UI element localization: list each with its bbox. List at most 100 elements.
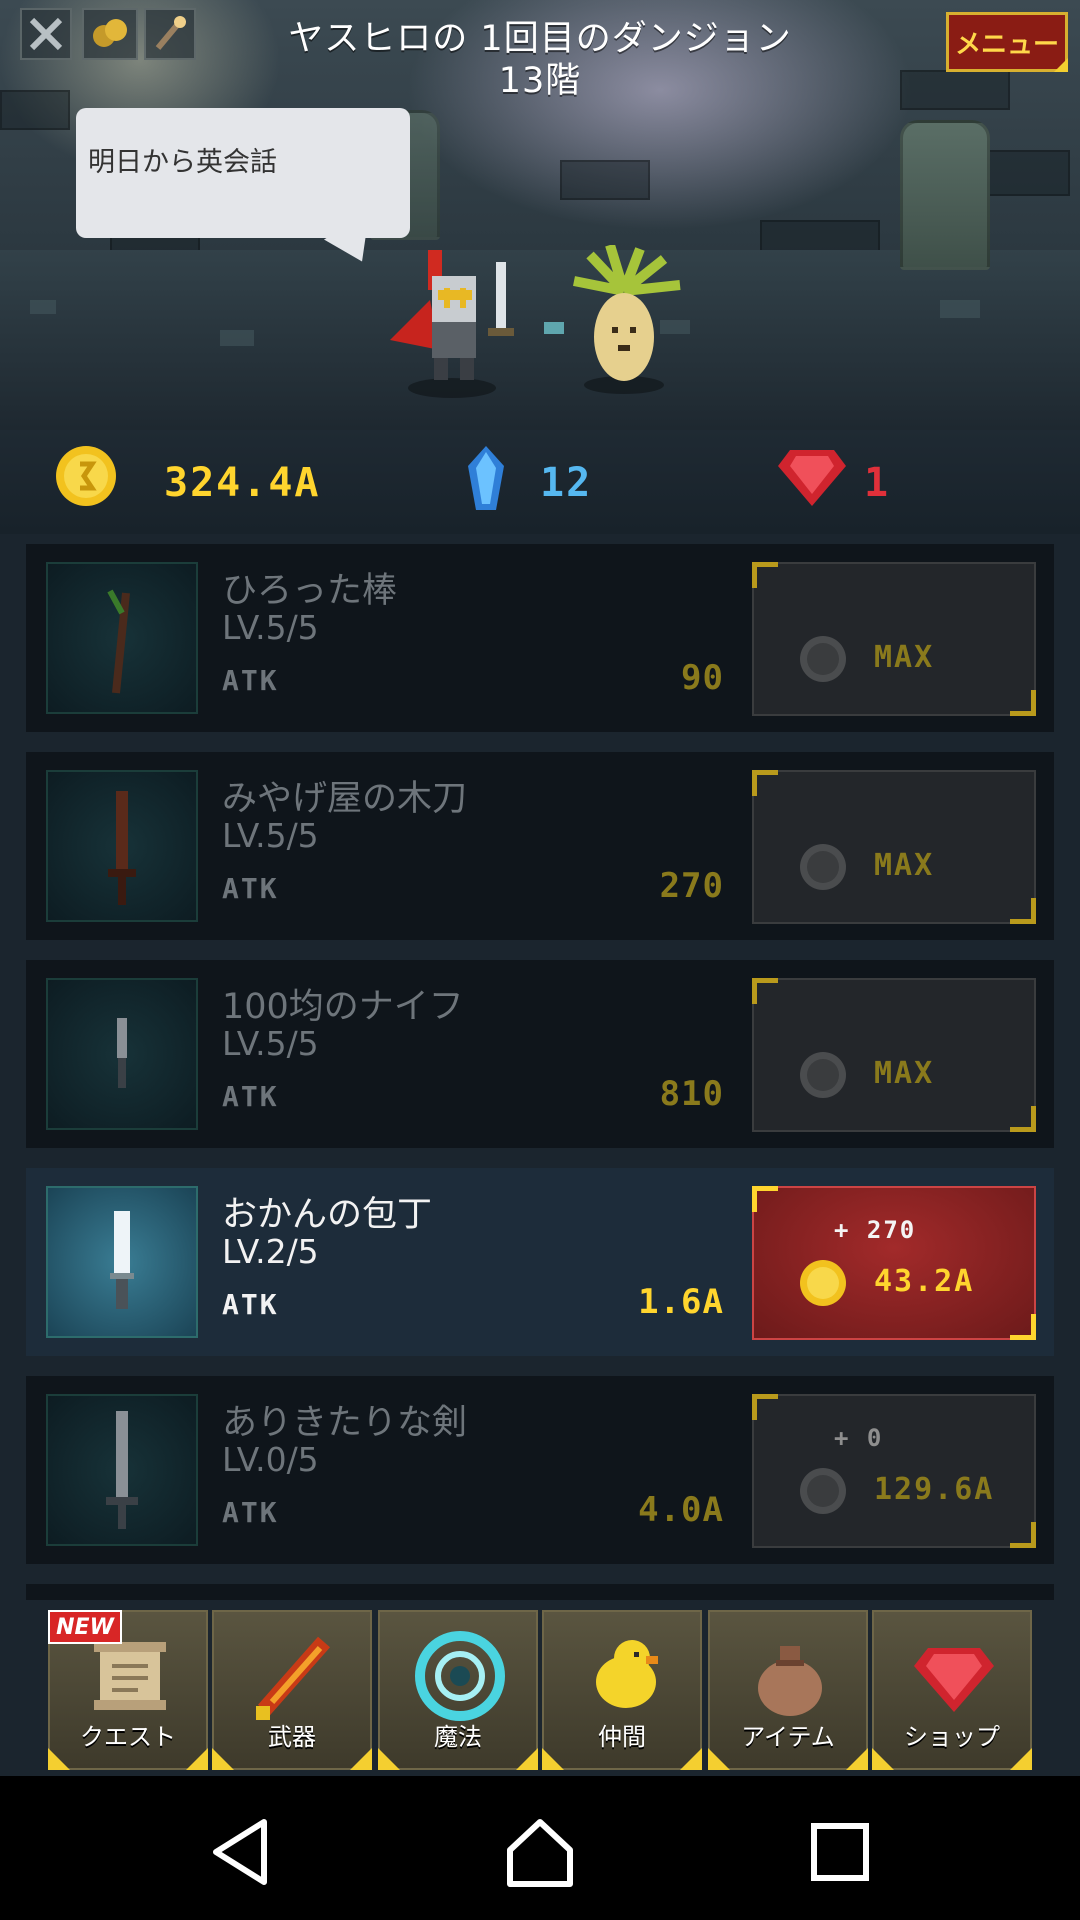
rubble: [220, 330, 254, 346]
upgrade-max-label: MAX: [874, 1056, 935, 1091]
speech-text: 明日から英会話: [88, 147, 277, 178]
corner-ornament: [752, 770, 778, 796]
upgrade-button-max[interactable]: MAX: [752, 562, 1036, 716]
rubble: [940, 300, 980, 318]
upgrade-button[interactable]: + 0 129.6A: [752, 1394, 1036, 1548]
gold-coins-icon[interactable]: [82, 8, 138, 60]
weapon-level: LV.5/5: [222, 816, 319, 855]
bag-icon: [758, 1646, 822, 1716]
corner-ornament: [752, 1394, 778, 1420]
corner-ornament: [1010, 1314, 1036, 1340]
corner-ornament: [1010, 690, 1036, 716]
android-nav-bar: [0, 1776, 1080, 1920]
dungeon-name: ヤスヒロの 1回目のダンジョン: [288, 19, 792, 59]
rubble: [30, 300, 56, 314]
recents-icon[interactable]: [800, 1812, 880, 1892]
atk-value: 90: [681, 658, 724, 698]
upgrade-max-label: MAX: [874, 640, 935, 675]
atk-label: ATK: [222, 1080, 279, 1113]
weapon-name: ひろった棒: [222, 571, 398, 611]
ruby-icon: [914, 1648, 994, 1712]
currency-bar: 324.4A 12 1: [0, 430, 1080, 534]
knife-icon: [117, 1018, 127, 1088]
weapon-level: LV.0/5: [222, 1440, 319, 1479]
weapon-row[interactable]: ひろった棒 LV.5/5 ATK 90 MAX: [26, 544, 1054, 732]
new-badge: NEW: [48, 1610, 122, 1644]
weapon-name: 100均のナイフ: [222, 987, 464, 1027]
gold-coin-icon: [800, 1260, 846, 1306]
back-icon[interactable]: [202, 1812, 282, 1892]
menu-button[interactable]: メニュー: [946, 12, 1068, 72]
grey-coin-icon: [800, 844, 846, 890]
atk-value: 1.6A: [638, 1282, 724, 1322]
upgrade-button-max[interactable]: MAX: [752, 770, 1036, 924]
flame-sword-icon: [256, 1636, 330, 1720]
upgrade-button-max[interactable]: MAX: [752, 978, 1036, 1132]
weapon-name: みやげ屋の木刀: [222, 779, 468, 819]
hit-effect-icon: [544, 322, 564, 334]
weapon-row[interactable]: ありきたりな剣 LV.0/5 ATK 4.0A + 0 129.6A: [26, 1376, 1054, 1564]
magic-ring-icon: [415, 1631, 505, 1721]
crossed-swords-icon[interactable]: [20, 8, 72, 60]
wall-brick: [0, 90, 70, 130]
stick-icon: [107, 589, 130, 694]
home-icon[interactable]: [500, 1812, 580, 1892]
wooden-sword-icon: [108, 791, 136, 905]
atk-label: ATK: [222, 1288, 279, 1321]
weapon-thumbnail: [46, 770, 198, 922]
weapon-thumbnail: [46, 1394, 198, 1546]
atk-value: 4.0A: [638, 1490, 724, 1530]
upgrade-button[interactable]: + 270 43.2A: [752, 1186, 1036, 1340]
menu-button-label: メニュー: [954, 29, 1059, 60]
mandrake-enemy-icon: [573, 245, 681, 394]
weapon-level: LV.2/5: [222, 1232, 319, 1271]
atk-label: ATK: [222, 664, 279, 697]
tab-label: 仲間: [598, 1723, 646, 1751]
kitchen-knife-icon: [110, 1211, 134, 1309]
tab-label: ショップ: [904, 1723, 1000, 1751]
corner-ornament: [1010, 1106, 1036, 1132]
grey-coin-icon: [800, 636, 846, 682]
upgrade-price: 43.2A: [874, 1264, 975, 1299]
weapon-name: ありきたりな剣: [222, 1403, 468, 1443]
atk-value: 810: [659, 1074, 724, 1114]
tab-shop[interactable]: ショップ: [872, 1610, 1032, 1770]
dungeon-floor: [0, 250, 1080, 430]
tab-items[interactable]: アイテム: [708, 1610, 868, 1770]
knight-hero-icon: [390, 250, 514, 398]
chick-icon: [596, 1640, 658, 1708]
blue-crystal-icon: [468, 446, 504, 510]
weapon-name: おかんの包丁: [222, 1195, 433, 1235]
gem-amount: 1: [864, 460, 891, 506]
weapon-list[interactable]: ひろった棒 LV.5/5 ATK 90 MAX みやげ屋の木刀 LV.5/5 A…: [0, 534, 1080, 1600]
weapon-level: LV.5/5: [222, 1024, 319, 1063]
weapon-level: LV.5/5: [222, 608, 319, 647]
tab-weapons[interactable]: 武器: [212, 1610, 372, 1770]
atk-value: 270: [659, 866, 724, 906]
weapon-row[interactable]: 100均のナイフ LV.5/5 ATK 810 MAX: [26, 960, 1054, 1148]
upgrade-bonus: + 270: [834, 1216, 917, 1244]
upgrade-price: 129.6A: [874, 1472, 995, 1507]
tab-label: 武器: [268, 1723, 316, 1751]
corner-ornament: [1010, 898, 1036, 924]
tab-label: クエスト: [80, 1723, 176, 1751]
bottom-tab-bar: クエスト 武器 魔法 仲間 アイテム ショップ: [0, 1600, 1080, 1776]
atk-label: ATK: [222, 1496, 279, 1529]
torch-icon[interactable]: [144, 8, 196, 60]
corner-ornament: [752, 1186, 778, 1212]
corner-ornament: [752, 562, 778, 588]
tombstone: [900, 120, 990, 270]
wall-brick: [560, 160, 650, 200]
atk-label: ATK: [222, 872, 279, 905]
upgrade-bonus: + 0: [834, 1424, 884, 1452]
tab-magic[interactable]: 魔法: [378, 1610, 538, 1770]
weapon-row[interactable]: みやげ屋の木刀 LV.5/5 ATK 270 MAX: [26, 752, 1054, 940]
tab-companions[interactable]: 仲間: [542, 1610, 702, 1770]
weapon-thumbnail: [46, 562, 198, 714]
corner-ornament: [752, 978, 778, 1004]
weapon-row[interactable]: おかんの包丁 LV.2/5 ATK 1.6A + 270 43.2A: [26, 1168, 1054, 1356]
grey-coin-icon: [800, 1052, 846, 1098]
weapon-row-partial: [26, 1584, 1054, 1600]
gold-amount: 324.4A: [164, 460, 321, 506]
floor-number: 13階: [498, 61, 582, 101]
